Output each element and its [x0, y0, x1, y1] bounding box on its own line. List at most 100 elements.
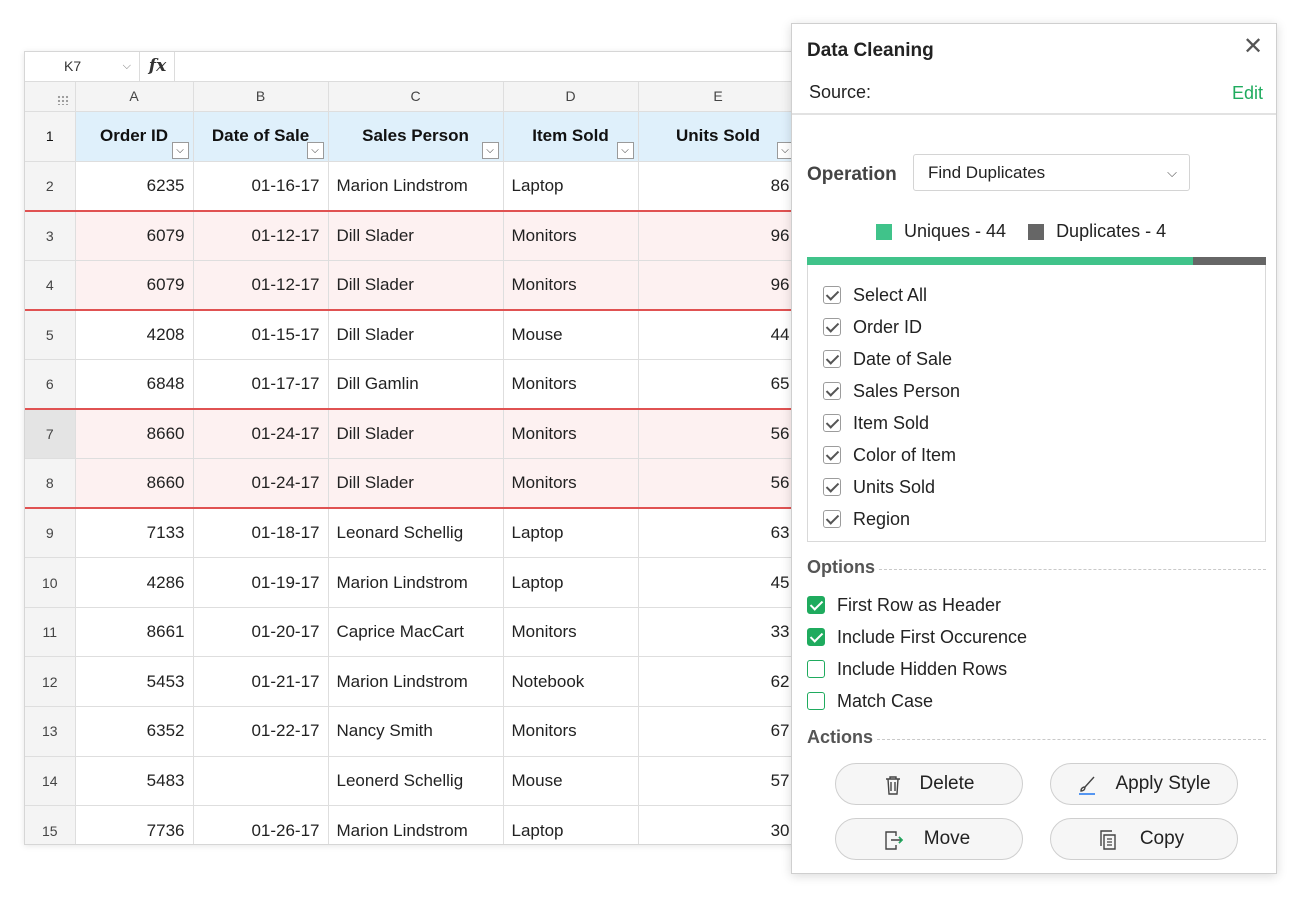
- cell-units-sold[interactable]: 56: [638, 407, 799, 460]
- close-icon[interactable]: ✕: [1240, 34, 1266, 60]
- cell-sales-person[interactable]: Leonerd Schellig: [328, 756, 504, 807]
- cell-units-sold[interactable]: 63: [638, 508, 799, 559]
- cell-sales-person[interactable]: Marion Lindstrom: [328, 805, 504, 844]
- cell-date-of-sale[interactable]: 01-26-17: [193, 805, 329, 844]
- cell-sales-person[interactable]: Dill Slader: [328, 407, 504, 460]
- cell-order-id[interactable]: 6235: [75, 161, 194, 212]
- field-checkbox-row[interactable]: Date of Sale: [823, 343, 952, 375]
- cell-units-sold[interactable]: 96: [638, 260, 799, 311]
- cell-order-id[interactable]: 5453: [75, 656, 194, 708]
- cell-item-sold[interactable]: Monitors: [503, 209, 639, 261]
- cell-date-of-sale[interactable]: 01-16-17: [193, 161, 329, 212]
- apply-style-button[interactable]: Apply Style: [1050, 763, 1238, 805]
- row-number[interactable]: 9: [25, 508, 76, 559]
- cell-date-of-sale[interactable]: 01-15-17: [193, 309, 329, 360]
- cell-item-sold[interactable]: Monitors: [503, 359, 639, 410]
- cell-units-sold[interactable]: 67: [638, 706, 799, 757]
- cell-item-sold[interactable]: Monitors: [503, 706, 639, 757]
- function-icon[interactable]: fx: [141, 52, 175, 81]
- cell-units-sold[interactable]: 30: [638, 805, 799, 844]
- cell-order-id[interactable]: 7133: [75, 508, 194, 559]
- row-number[interactable]: 13: [25, 706, 76, 757]
- checkbox[interactable]: [807, 692, 825, 710]
- cell-order-id[interactable]: 8661: [75, 607, 194, 658]
- field-checkbox-row[interactable]: Color of Item: [823, 439, 956, 471]
- column-header-d[interactable]: D: [503, 82, 639, 112]
- cell-units-sold[interactable]: 56: [638, 458, 799, 510]
- row-number[interactable]: 2: [25, 161, 76, 212]
- row-number[interactable]: 6: [25, 359, 76, 410]
- cell-order-id[interactable]: 4208: [75, 309, 194, 360]
- cell-item-sold[interactable]: Monitors: [503, 260, 639, 311]
- cell-sales-person[interactable]: Caprice MacCart: [328, 607, 504, 658]
- cell-date-of-sale[interactable]: 01-24-17: [193, 407, 329, 460]
- field-checkbox-row[interactable]: Region: [823, 503, 910, 535]
- filter-dropdown-icon[interactable]: ⌵: [306, 141, 324, 159]
- edit-source-link[interactable]: Edit: [1232, 83, 1263, 104]
- row-number[interactable]: 7: [25, 407, 76, 460]
- cell-date-of-sale[interactable]: 01-12-17: [193, 260, 329, 311]
- row-number[interactable]: 11: [25, 607, 76, 658]
- cell-item-sold[interactable]: Monitors: [503, 458, 639, 510]
- cell-date-of-sale[interactable]: 01-21-17: [193, 656, 329, 708]
- cell-sales-person[interactable]: Leonard Schellig: [328, 508, 504, 559]
- checkbox[interactable]: [807, 660, 825, 678]
- operation-select[interactable]: Find Duplicates ⌵: [913, 154, 1190, 191]
- column-header-b[interactable]: B: [193, 82, 329, 112]
- cell-item-sold[interactable]: Laptop: [503, 161, 639, 212]
- name-box[interactable]: K7 ⌵: [25, 52, 140, 81]
- cell-item-sold[interactable]: Monitors: [503, 407, 639, 460]
- option-checkbox-row[interactable]: First Row as Header: [807, 590, 1001, 620]
- option-checkbox-row[interactable]: Match Case: [807, 686, 933, 716]
- cell-order-id[interactable]: 5483: [75, 756, 194, 807]
- cell-date-of-sale[interactable]: 01-22-17: [193, 706, 329, 757]
- checkbox[interactable]: [823, 350, 841, 368]
- cell-units-sold[interactable]: 33: [638, 607, 799, 658]
- header-cell-order-id[interactable]: Order ID ⌵: [75, 111, 194, 162]
- row-number[interactable]: 10: [25, 557, 76, 608]
- field-checkbox-row-clipped[interactable]: [823, 535, 853, 541]
- field-checkbox-row[interactable]: Units Sold: [823, 471, 935, 503]
- cell-units-sold[interactable]: 96: [638, 209, 799, 261]
- cell-sales-person[interactable]: Marion Lindstrom: [328, 161, 504, 212]
- row-number[interactable]: 1: [25, 111, 76, 162]
- cell-date-of-sale[interactable]: [193, 756, 329, 807]
- cell-sales-person[interactable]: Marion Lindstrom: [328, 656, 504, 708]
- row-number[interactable]: 15: [25, 805, 76, 844]
- checkbox[interactable]: [823, 318, 841, 336]
- checkbox[interactable]: [823, 286, 841, 304]
- move-button[interactable]: Move: [835, 818, 1023, 860]
- cell-order-id[interactable]: 4286: [75, 557, 194, 608]
- cell-order-id[interactable]: 7736: [75, 805, 194, 844]
- cell-item-sold[interactable]: Mouse: [503, 309, 639, 360]
- copy-button[interactable]: Copy: [1050, 818, 1238, 860]
- filter-dropdown-icon[interactable]: ⌵: [481, 141, 499, 159]
- checkbox[interactable]: [823, 414, 841, 432]
- delete-button[interactable]: Delete: [835, 763, 1023, 805]
- header-cell-units-sold[interactable]: Units Sold ⌵: [638, 111, 799, 162]
- cell-order-id[interactable]: 8660: [75, 458, 194, 510]
- filter-dropdown-icon[interactable]: ⌵: [616, 141, 634, 159]
- row-number[interactable]: 5: [25, 309, 76, 360]
- select-all-corner[interactable]: [25, 82, 76, 112]
- column-header-c[interactable]: C: [328, 82, 504, 112]
- chevron-down-icon[interactable]: ⌵: [123, 52, 131, 81]
- checkbox[interactable]: [823, 382, 841, 400]
- field-checkbox-row[interactable]: Item Sold: [823, 407, 929, 439]
- cell-units-sold[interactable]: 44: [638, 309, 799, 360]
- cell-date-of-sale[interactable]: 01-19-17: [193, 557, 329, 608]
- cell-date-of-sale[interactable]: 01-24-17: [193, 458, 329, 510]
- header-cell-date-of-sale[interactable]: Date of Sale ⌵: [193, 111, 329, 162]
- cell-units-sold[interactable]: 62: [638, 656, 799, 708]
- checkbox[interactable]: [823, 510, 841, 528]
- cell-date-of-sale[interactable]: 01-20-17: [193, 607, 329, 658]
- cell-sales-person[interactable]: Dill Slader: [328, 209, 504, 261]
- header-cell-sales-person[interactable]: Sales Person ⌵: [328, 111, 504, 162]
- checkbox[interactable]: [823, 446, 841, 464]
- row-number[interactable]: 4: [25, 260, 76, 311]
- cell-order-id[interactable]: 6079: [75, 209, 194, 261]
- field-checkbox-row[interactable]: Select All: [823, 279, 927, 311]
- cell-item-sold[interactable]: Monitors: [503, 607, 639, 658]
- cell-date-of-sale[interactable]: 01-18-17: [193, 508, 329, 559]
- option-checkbox-row[interactable]: Include First Occurence: [807, 622, 1027, 652]
